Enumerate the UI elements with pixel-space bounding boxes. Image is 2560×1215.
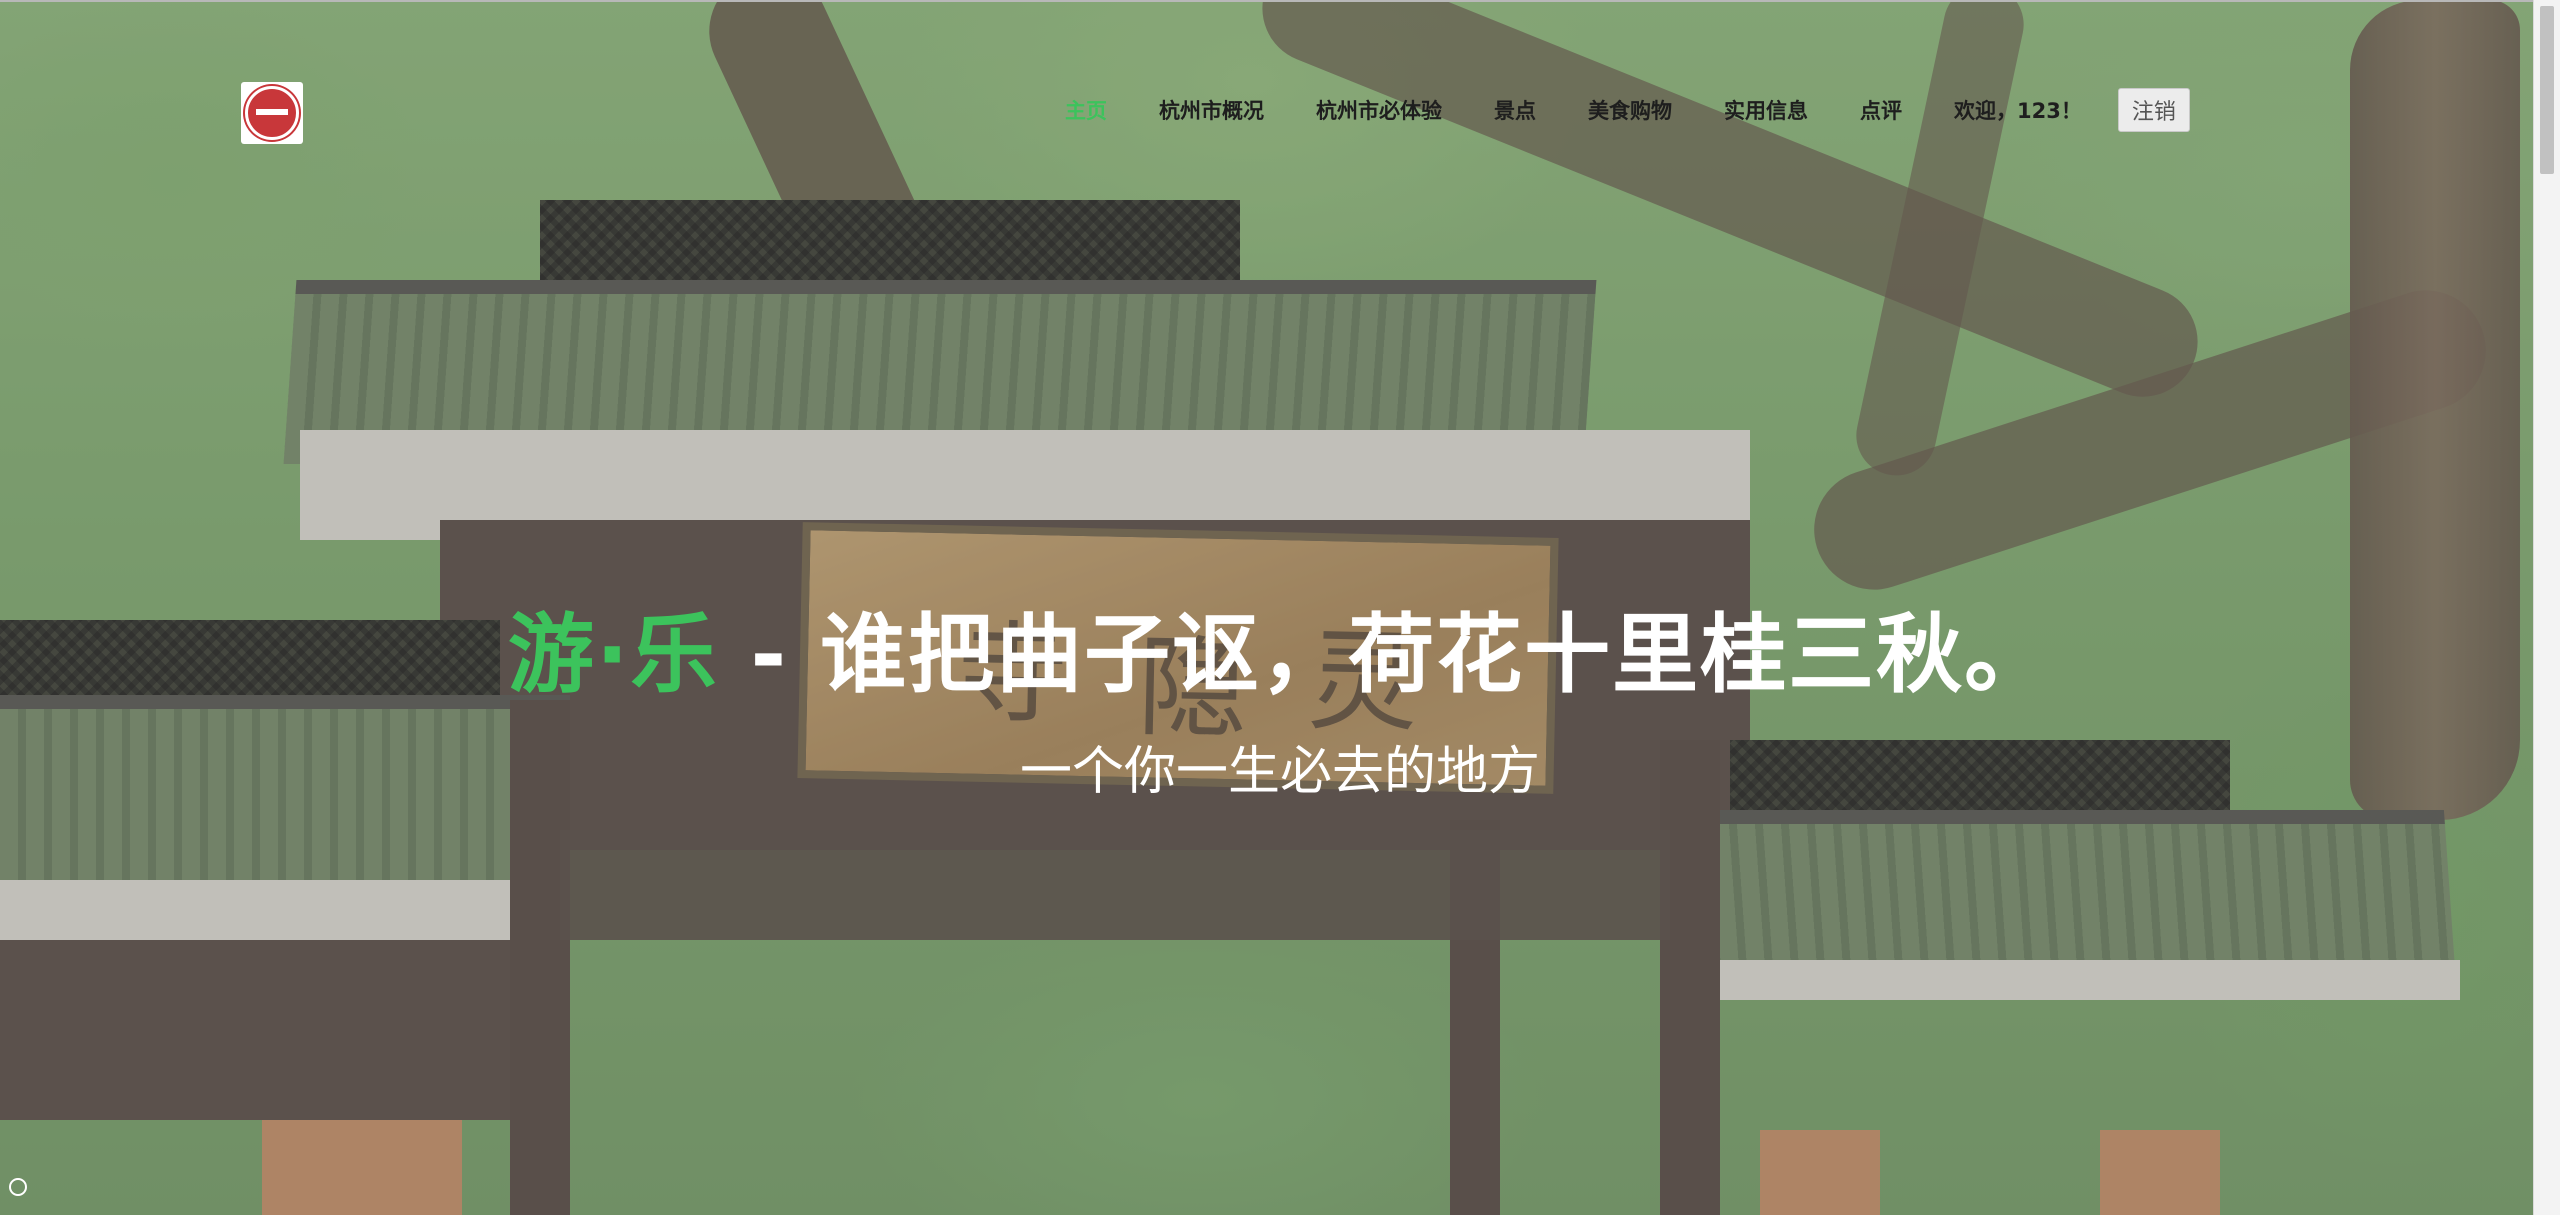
hero-title-text: - 谁把曲子讴，荷花十里桂三秋。 [718,605,2053,705]
nav-item-experiences[interactable]: 杭州市必体验 [1316,95,1442,125]
site-logo[interactable] [241,82,303,144]
page: 寺 隐 灵 主页 杭州市概况 杭州市必体验 景点 美食购物 实用信息 点评 欢迎… [0,0,2560,1215]
vertical-scrollbar[interactable] [2533,0,2560,1215]
circle-icon [9,1178,27,1196]
hero-title-accent: 游·乐 [507,605,719,705]
hero-banner: 游·乐 - 谁把曲子讴，荷花十里桂三秋。 一个你一生必去的地方 [0,600,2560,804]
logout-button[interactable]: 注销 [2117,88,2190,132]
nav-item-food-shopping[interactable]: 美食购物 [1588,95,1672,125]
nav-item-reviews[interactable]: 点评 [1860,95,1902,125]
main-navigation: 主页 杭州市概况 杭州市必体验 景点 美食购物 实用信息 点评 欢迎，123！ … [1065,88,2190,132]
window-top-border [0,0,2560,2]
hero-subtitle: 一个你一生必去的地方 [1019,742,1540,802]
welcome-user-text: 欢迎，123！ [1954,99,2082,123]
city-emblem-logo-icon [245,86,299,140]
hero-title: 游·乐 - 谁把曲子讴，荷花十里桂三秋。 [0,600,2560,710]
nav-item-home[interactable]: 主页 [1065,95,1107,125]
nav-item-attractions[interactable]: 景点 [1494,95,1536,125]
nav-item-overview[interactable]: 杭州市概况 [1159,95,1264,125]
nav-item-practical-info[interactable]: 实用信息 [1724,95,1808,125]
scrollbar-thumb[interactable] [2540,6,2554,174]
